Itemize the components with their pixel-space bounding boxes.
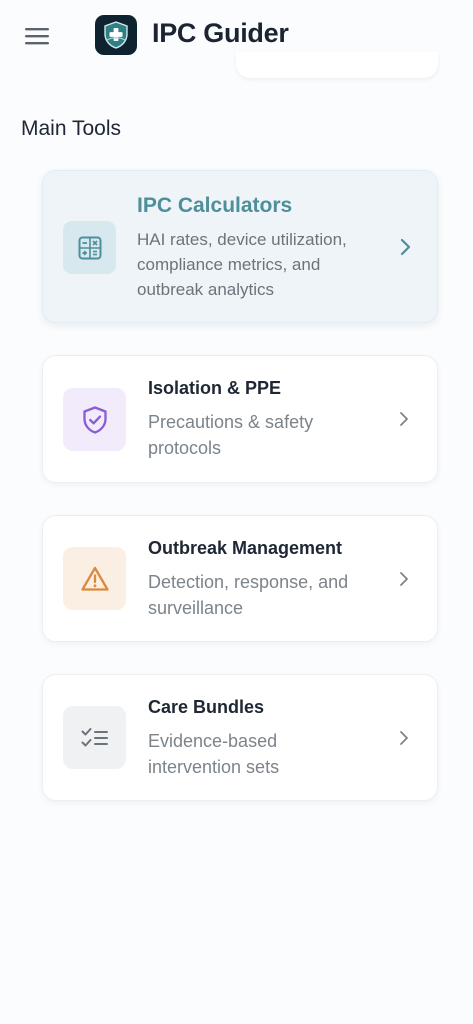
chevron-right-icon bbox=[397, 411, 411, 427]
tool-card-outbreak-management[interactable]: Outbreak Management Detection, response,… bbox=[42, 515, 438, 642]
card-title: IPC Calculators bbox=[137, 194, 293, 217]
card-description-line: outbreak analytics bbox=[137, 280, 275, 299]
card-description-line: HAI rates, device utilization, bbox=[137, 230, 347, 249]
card-description-line: compliance metrics, and bbox=[137, 255, 321, 274]
chevron-right-icon bbox=[399, 238, 413, 256]
card-title: Isolation & PPE bbox=[148, 378, 282, 398]
card-description-line: Detection, response, and bbox=[148, 572, 349, 592]
chevron-right-icon bbox=[397, 571, 411, 587]
warning-triangle-icon bbox=[63, 547, 126, 610]
partial-card[interactable] bbox=[236, 52, 438, 78]
shield-check-icon bbox=[63, 388, 126, 451]
card-description-line: intervention sets bbox=[148, 757, 280, 777]
card-description: Evidence-based intervention sets bbox=[148, 728, 279, 780]
card-description-line: Precautions & safety bbox=[148, 412, 314, 432]
checklist-icon bbox=[63, 706, 126, 769]
card-description-line: surveillance bbox=[148, 598, 244, 618]
calculator-icon bbox=[63, 221, 116, 274]
card-title: Outbreak Management bbox=[148, 538, 343, 558]
tool-card-isolation-ppe[interactable]: Isolation & PPE Precautions & safety pro… bbox=[42, 355, 438, 483]
hamburger-menu-icon[interactable] bbox=[22, 24, 52, 48]
card-description: HAI rates, device utilization, complianc… bbox=[137, 227, 347, 302]
app-screen: IPC Guider Main Tools IPC Calculators HA… bbox=[0, 0, 473, 1024]
card-title: Care Bundles bbox=[148, 697, 265, 717]
card-description: Detection, response, and surveillance bbox=[148, 569, 348, 621]
tool-card-ipc-calculators[interactable]: IPC Calculators HAI rates, device utiliz… bbox=[42, 170, 438, 323]
chevron-right-icon bbox=[397, 730, 411, 746]
card-description: Precautions & safety protocols bbox=[148, 409, 313, 461]
section-title-main-tools: Main Tools bbox=[21, 117, 121, 140]
card-description-line: protocols bbox=[148, 438, 222, 458]
card-description-line: Evidence-based bbox=[148, 731, 278, 751]
app-title: IPC Guider bbox=[152, 18, 289, 48]
tool-card-care-bundles[interactable]: Care Bundles Evidence-based intervention… bbox=[42, 674, 438, 801]
shield-medical-icon bbox=[95, 15, 137, 55]
